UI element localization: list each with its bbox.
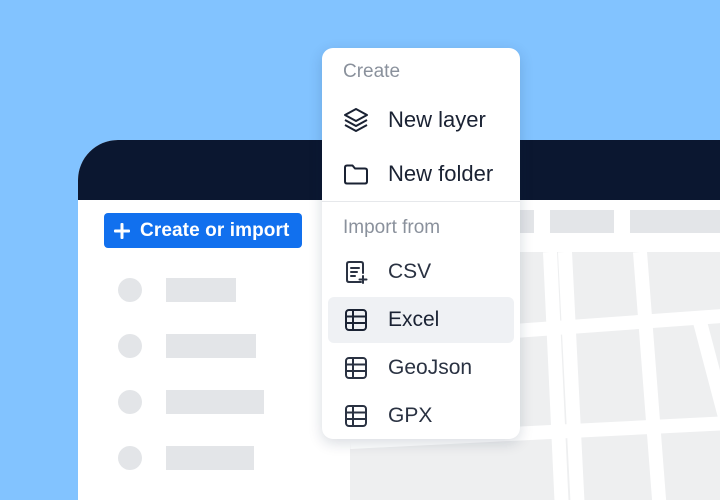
list-item-avatar xyxy=(118,446,142,470)
import-section-label: Import from xyxy=(343,217,441,238)
create-section-label: Create xyxy=(343,61,401,82)
new-folder-menu-item[interactable]: New folder xyxy=(328,151,514,197)
menu-divider xyxy=(322,201,520,202)
new-folder-label: New folder xyxy=(388,161,494,186)
list-item-avatar xyxy=(118,390,142,414)
create-or-import-button[interactable]: Create or import xyxy=(104,213,302,248)
import-excel-menu-item[interactable]: Excel xyxy=(328,297,514,343)
geojson-label: GeoJson xyxy=(388,356,473,379)
table-icon xyxy=(342,306,370,334)
table-icon xyxy=(342,402,370,430)
list-item-text-placeholder xyxy=(166,334,256,358)
csv-file-icon xyxy=(342,258,370,286)
new-layer-menu-item[interactable]: New layer xyxy=(328,97,514,143)
list-item-text-placeholder xyxy=(166,278,236,302)
import-geojson-menu-item[interactable]: GeoJson xyxy=(328,345,514,391)
new-layer-label: New layer xyxy=(388,107,486,132)
csv-label: CSV xyxy=(388,260,432,283)
gpx-label: GPX xyxy=(388,404,433,427)
toolbar-placeholder xyxy=(630,210,720,233)
toolbar-placeholder xyxy=(550,210,614,233)
list-item-avatar xyxy=(118,334,142,358)
create-or-import-label: Create or import xyxy=(140,219,290,241)
folder-icon xyxy=(342,160,370,188)
create-import-dropdown: Create New layer New folder Import from xyxy=(322,48,520,439)
layers-icon xyxy=(342,106,370,134)
excel-label: Excel xyxy=(388,308,440,331)
import-csv-menu-item[interactable]: CSV xyxy=(328,249,514,295)
list-item-avatar xyxy=(118,278,142,302)
import-gpx-menu-item[interactable]: GPX xyxy=(328,393,514,439)
list-item-text-placeholder xyxy=(166,390,264,414)
list-item-text-placeholder xyxy=(166,446,254,470)
table-icon xyxy=(342,354,370,382)
plus-icon xyxy=(114,222,130,239)
